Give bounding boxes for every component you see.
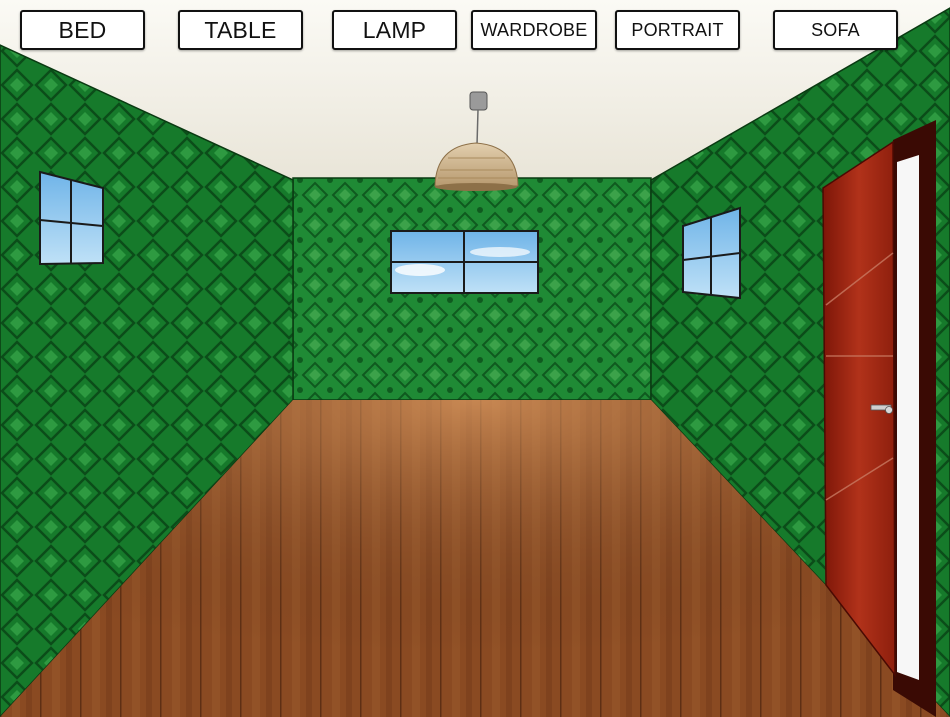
left-window [39,170,104,266]
lamp-button[interactable]: LAMP [332,10,457,50]
table-button[interactable]: TABLE [178,10,303,50]
open-door [822,140,896,678]
sofa-button[interactable]: SOFA [773,10,898,50]
room-scene [0,0,950,717]
bed-button[interactable]: BED [20,10,145,50]
portrait-button[interactable]: PORTRAIT [615,10,740,50]
back-window [390,230,539,294]
door-opening [897,155,919,680]
wardrobe-button[interactable]: WARDROBE [471,10,597,50]
